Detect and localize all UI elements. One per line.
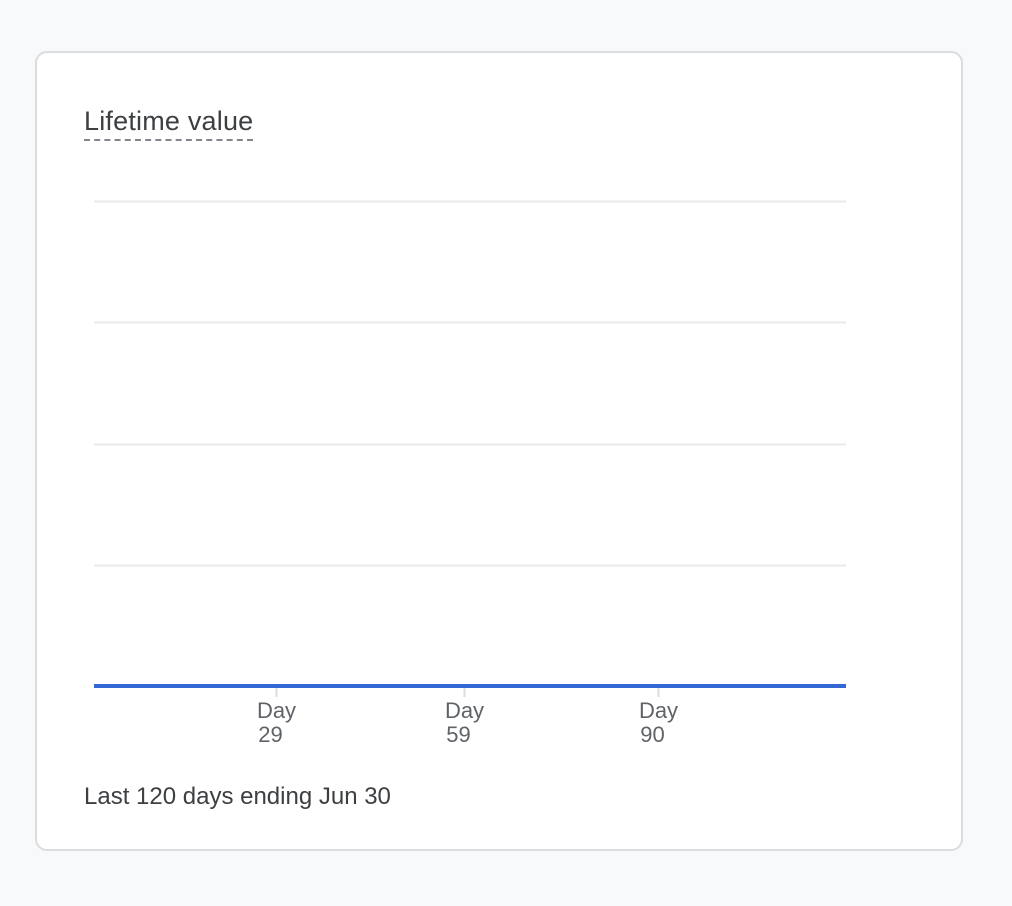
date-range-label: Last 120 days ending Jun 30 <box>84 783 391 810</box>
lifetime-value-chart: Day 29 Day 59 Day 90 <box>94 200 846 747</box>
x-tick-label: Day 59 <box>445 698 484 747</box>
chart-gridlines <box>94 200 846 688</box>
x-tick-label: Day 29 <box>257 698 296 747</box>
chart-x-tick-labels: Day 29 Day 59 Day 90 <box>257 698 678 747</box>
x-tick-label: Day 90 <box>639 698 678 747</box>
